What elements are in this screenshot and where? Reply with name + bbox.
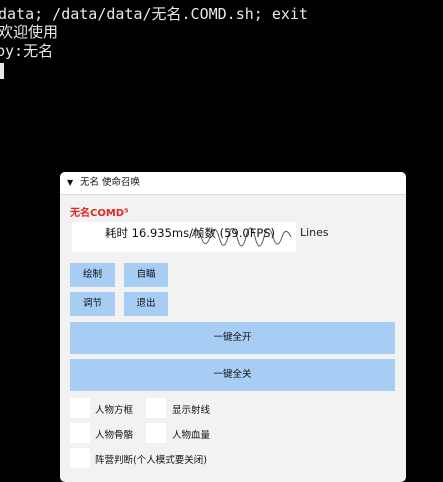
aim-button[interactable]: 自瞄 [124, 263, 168, 287]
exit-button[interactable]: 退出 [124, 292, 168, 316]
fps-graph: 耗时 16.935ms/帧数 (59.0FPS) [72, 222, 296, 252]
lines-label: Lines [300, 226, 329, 239]
disable-all-button[interactable]: 一键全关 [70, 359, 395, 391]
terminal-command-line: data; /data/data/无名.COMD.sh; exit [0, 5, 308, 23]
terminal-welcome-line: 欢迎使用 [0, 23, 59, 41]
team-check-checkbox[interactable] [70, 448, 90, 468]
player-box-label: 人物方框 [95, 405, 134, 416]
terminal-author-line: by:无名 [0, 42, 54, 60]
terminal-output: data; /data/data/无名.COMD.sh; exit 欢迎使用 b… [0, 0, 443, 80]
player-health-label: 人物血量 [172, 430, 211, 441]
enable-all-button[interactable]: 一键全开 [70, 322, 395, 354]
brand-label: 无名COMD⁵ [70, 208, 129, 219]
show-rays-label: 显示射线 [172, 405, 211, 416]
player-skeleton-checkbox[interactable] [70, 423, 90, 443]
player-skeleton-label: 人物骨骼 [95, 430, 134, 441]
draw-button[interactable]: 绘制 [70, 263, 115, 287]
team-check-label: 阵营判断(个人模式要关闭) [95, 455, 207, 466]
menu-titlebar[interactable]: ▼ 无名 使命召唤 [60, 172, 406, 195]
menu-window: ▼ 无名 使命召唤 无名COMD⁵ 耗时 16.935ms/帧数 (59.0FP… [60, 172, 406, 482]
menu-title: 无名 使命召唤 [80, 177, 141, 188]
player-box-checkbox[interactable] [70, 398, 90, 418]
terminal-cursor [0, 63, 4, 79]
show-rays-checkbox[interactable] [146, 398, 166, 418]
adjust-button[interactable]: 调节 [70, 292, 115, 316]
player-health-checkbox[interactable] [146, 423, 166, 443]
fps-readout: 耗时 16.935ms/帧数 (59.0FPS) [105, 226, 276, 240]
triangle-down-icon[interactable]: ▼ [67, 172, 73, 194]
